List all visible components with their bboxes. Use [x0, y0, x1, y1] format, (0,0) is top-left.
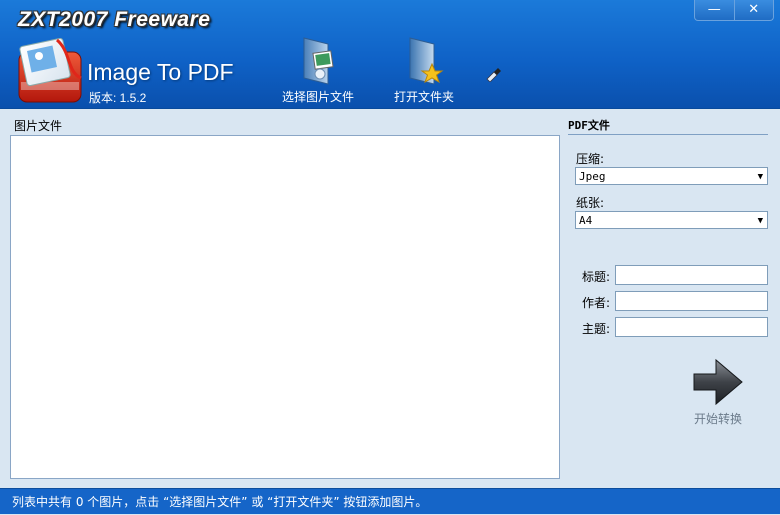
pdf-file-title: PDF文件: [568, 119, 610, 132]
brush-icon[interactable]: [484, 66, 502, 82]
app-header: ZXT2007 Freeware Image To PDF 版本: 1.5.2 …: [0, 0, 780, 109]
open-folder-icon: [409, 37, 444, 85]
compression-select[interactable]: Jpeg ▼: [575, 167, 768, 185]
section-divider: [568, 134, 768, 135]
image-files-title: 图片文件: [14, 119, 63, 133]
status-bar: 列表中共有 0 个图片，点击 “选择图片文件” 或 “打开文件夹” 按钮添加图片…: [0, 488, 780, 514]
select-images-icon: [303, 37, 334, 85]
title-input[interactable]: [615, 265, 768, 285]
open-folder-button[interactable]: 打开文件夹: [392, 34, 456, 105]
close-button[interactable]: ✕: [733, 0, 774, 20]
open-folder-label: 打开文件夹: [393, 90, 454, 104]
image-file-list[interactable]: [10, 135, 560, 479]
author-input[interactable]: [615, 291, 768, 311]
select-images-button[interactable]: 选择图片文件: [280, 34, 356, 105]
minimize-button[interactable]: —: [695, 0, 734, 20]
app-title: ZXT2007 Freeware: [18, 8, 211, 31]
app-name: Image To PDF: [87, 59, 234, 85]
arrow-right-icon: [693, 358, 743, 406]
paper-label: 纸张:: [576, 196, 605, 210]
start-convert-button[interactable]: 开始转换: [686, 356, 750, 427]
dropdown-arrow-icon: ▼: [757, 172, 763, 182]
start-convert-label: 开始转换: [693, 412, 742, 426]
select-images-label: 选择图片文件: [281, 90, 354, 104]
window-controls: — ✕: [694, 0, 774, 21]
author-label: 作者:: [582, 296, 611, 310]
app-version: 版本: 1.5.2: [89, 91, 147, 105]
paper-value: A4: [579, 214, 593, 227]
dropdown-arrow-icon: ▼: [757, 216, 763, 226]
app-logo-icon: [18, 38, 82, 103]
subject-input[interactable]: [615, 317, 768, 337]
title-label: 标题:: [582, 270, 611, 284]
compression-label: 压缩:: [576, 152, 605, 166]
paper-select[interactable]: A4 ▼: [575, 211, 768, 229]
subject-label: 主题:: [582, 322, 611, 336]
compression-value: Jpeg: [579, 170, 606, 183]
